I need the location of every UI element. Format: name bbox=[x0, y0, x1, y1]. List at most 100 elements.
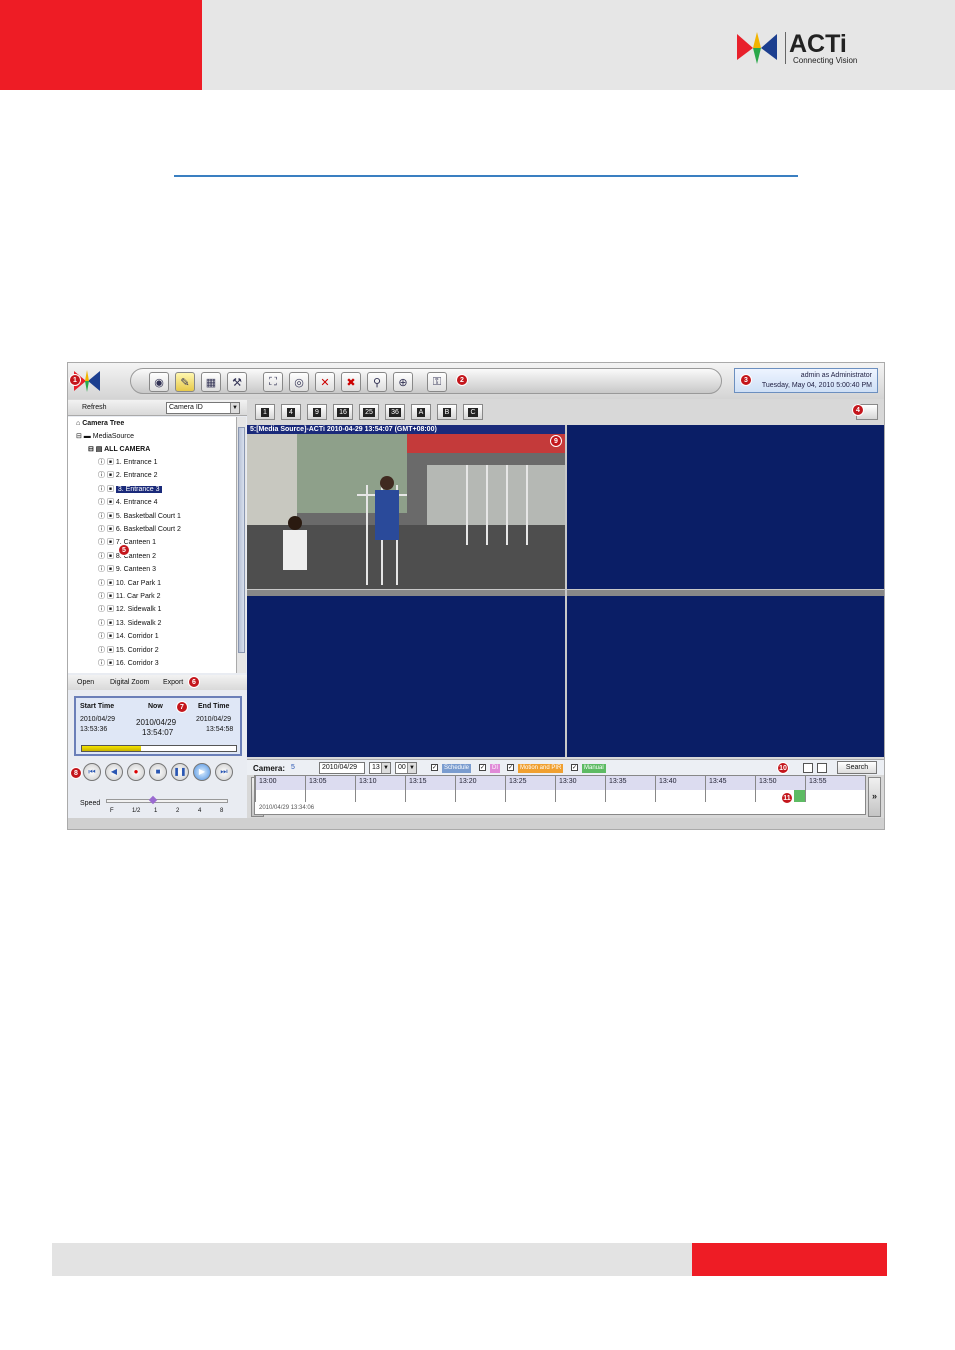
timeline-cell[interactable]: 13:35 bbox=[605, 776, 655, 802]
skip-end-icon[interactable]: ⏭ bbox=[215, 763, 233, 781]
eye-icon[interactable]: ◉ bbox=[149, 372, 169, 392]
camera-item-label: 3. Entrance 3 bbox=[115, 485, 162, 493]
video-grid: 5:[Media Source]-ACTi 2010-04-29 13:54:0… bbox=[247, 425, 884, 757]
callout-9: 9 bbox=[550, 435, 562, 447]
layout-button[interactable]: A bbox=[411, 404, 431, 420]
play-icon[interactable]: ▶ bbox=[193, 763, 211, 781]
layout-button[interactable]: 1 bbox=[255, 404, 275, 420]
scroll-thumb[interactable] bbox=[238, 427, 245, 653]
layout-button[interactable]: 16 bbox=[333, 404, 353, 420]
minute-select[interactable]: 00 ▼ bbox=[395, 762, 417, 774]
timeline-cell[interactable]: 13:15 bbox=[405, 776, 455, 802]
filter-checkbox[interactable]: ✓ bbox=[571, 764, 578, 771]
skip-start-icon[interactable]: ⏮ bbox=[83, 763, 101, 781]
filter-checkbox[interactable]: ✓ bbox=[431, 764, 438, 771]
timeline-cell[interactable]: 13:05 bbox=[305, 776, 355, 802]
key-icon[interactable]: ⚿ bbox=[427, 372, 447, 392]
camera-item[interactable]: ⓘ ▣ 14. Corridor 1 bbox=[98, 631, 159, 643]
timeline-label: 13:10 bbox=[359, 778, 377, 785]
tools-icon[interactable]: ⚒ bbox=[227, 372, 247, 392]
camera-item[interactable]: ⓘ ▣ 5. Basketball Court 1 bbox=[98, 511, 181, 523]
camera-icon: ⓘ ▣ bbox=[98, 485, 116, 493]
timeline-cell[interactable]: 13:30 bbox=[555, 776, 605, 802]
timeline-cell[interactable]: 13:20 bbox=[455, 776, 505, 802]
timeline-cell[interactable]: 13:45 bbox=[705, 776, 755, 802]
export-button[interactable]: Export bbox=[163, 679, 183, 686]
camera-item[interactable]: ⓘ ▣ 6. Basketball Court 2 bbox=[98, 524, 181, 536]
butterfly-logo-icon bbox=[737, 32, 777, 64]
video-view-1[interactable]: 5:[Media Source]-ACTi 2010-04-29 13:54:0… bbox=[247, 425, 565, 589]
layout-button[interactable]: 9 bbox=[307, 404, 327, 420]
sort-select-value: Camera ID bbox=[169, 404, 203, 411]
zoom-icon[interactable]: ⊕ bbox=[393, 372, 413, 392]
speed-tick: 2 bbox=[176, 808, 180, 814]
timeline-cell[interactable]: 13:00 bbox=[255, 776, 305, 802]
layout-button[interactable]: 25 bbox=[359, 404, 379, 420]
video-view-4[interactable] bbox=[567, 590, 884, 757]
disconnect-all-icon[interactable]: ✖ bbox=[341, 372, 361, 392]
camera-item[interactable]: ⓘ ▣ 13. Sidewalk 2 bbox=[98, 618, 161, 630]
camera-icon: ⓘ ▣ bbox=[98, 539, 116, 547]
filter-tag: Manual bbox=[582, 764, 606, 773]
pause-icon[interactable]: ❚❚ bbox=[171, 763, 189, 781]
layout-button[interactable]: 36 bbox=[385, 404, 405, 420]
timeline-cell[interactable]: 13:55 bbox=[805, 776, 855, 802]
playback-progress[interactable] bbox=[81, 745, 237, 752]
timeline-cell[interactable]: 13:10 bbox=[355, 776, 405, 802]
filter-checkbox[interactable]: ✓ bbox=[507, 764, 514, 771]
date-field[interactable]: 2010/04/29 bbox=[319, 762, 365, 774]
video-view-2[interactable] bbox=[567, 425, 884, 589]
sort-select[interactable]: Camera ID ▼ bbox=[166, 402, 240, 414]
fullscreen-icon[interactable]: ⛶ bbox=[263, 372, 283, 392]
video-view-3[interactable] bbox=[247, 590, 565, 757]
filter-checkbox[interactable]: ✓ bbox=[479, 764, 486, 771]
view-header bbox=[247, 590, 565, 596]
tree-source[interactable]: ⊟ ▬ MediaSource bbox=[76, 431, 134, 443]
camera-item[interactable]: ⓘ ▣ 10. Car Park 1 bbox=[98, 578, 161, 590]
end-date: 2010/04/29 bbox=[196, 716, 232, 723]
top-toolbar: 1 ◉ ✎ ▦ ⚒ ⛶ ◎ ✕ ✖ ⚲ ⊕ ⚿ 2 admin as Admin… bbox=[68, 363, 884, 399]
tree-group[interactable]: ⊟ ▤ ALL CAMERA bbox=[88, 444, 150, 456]
hour-select[interactable]: 13 ▼ bbox=[369, 762, 391, 774]
camera-item[interactable]: ⓘ ▣ 12. Sidewalk 1 bbox=[98, 604, 161, 616]
timeline-cell[interactable]: 13:25 bbox=[505, 776, 555, 802]
timeline-next-button[interactable]: » bbox=[868, 777, 881, 817]
record-icon[interactable]: ● bbox=[127, 763, 145, 781]
rewind-icon[interactable]: ◀ bbox=[105, 763, 123, 781]
camera-item[interactable]: ⓘ ▣ 11. Car Park 2 bbox=[98, 591, 161, 603]
filter-tag: Schedule bbox=[442, 764, 472, 773]
refresh-button[interactable]: Refresh bbox=[82, 404, 107, 411]
layout-button[interactable]: 4 bbox=[281, 404, 301, 420]
timeline-label: 13:35 bbox=[609, 778, 627, 785]
camera-item[interactable]: ⓘ ▣ 3. Entrance 3 bbox=[98, 484, 162, 496]
layout-button[interactable]: C bbox=[463, 404, 483, 420]
disconnect-icon[interactable]: ✕ bbox=[315, 372, 335, 392]
camera-item[interactable]: ⓘ ▣ 15. Corridor 2 bbox=[98, 645, 159, 657]
search-icon[interactable]: ⚲ bbox=[367, 372, 387, 392]
calendar-icon[interactable] bbox=[817, 763, 827, 773]
map-icon[interactable]: ▦ bbox=[201, 372, 221, 392]
camera-item[interactable]: ⓘ ▣ 4. Entrance 4 bbox=[98, 497, 158, 509]
refresh-bar: Refresh Camera ID ▼ bbox=[68, 400, 247, 416]
timeline-cell[interactable]: 13:50 bbox=[755, 776, 805, 802]
camera-icon[interactable]: ◎ bbox=[289, 372, 309, 392]
camera-item[interactable]: ⓘ ▣ 2. Entrance 2 bbox=[98, 470, 158, 482]
speed-slider[interactable] bbox=[106, 799, 228, 803]
clock-icon[interactable] bbox=[803, 763, 813, 773]
edit-icon[interactable]: ✎ bbox=[175, 372, 195, 392]
timeline[interactable]: 11 2010/04/29 13:34:06 13:00 13:05 13:10 13… bbox=[254, 775, 866, 815]
camera-item[interactable]: ⓘ ▣ 9. Canteen 3 bbox=[98, 564, 156, 576]
camera-item[interactable]: ⓘ ▣ 16. Corridor 3 bbox=[98, 658, 159, 670]
tree-root[interactable]: ⌂ Camera Tree bbox=[76, 418, 124, 430]
layout-button[interactable]: B bbox=[437, 404, 457, 420]
collapse-icon: ⊟ ▬ bbox=[76, 433, 93, 440]
stop-icon[interactable]: ■ bbox=[149, 763, 167, 781]
callout-7: 7 bbox=[176, 701, 188, 713]
search-button[interactable]: Search bbox=[837, 761, 877, 774]
camera-item[interactable]: ⓘ ▣ 1. Entrance 1 bbox=[98, 457, 158, 469]
timeline-cell[interactable]: 13:40 bbox=[655, 776, 705, 802]
open-button[interactable]: Open bbox=[77, 679, 94, 686]
digital-zoom-button[interactable]: Digital Zoom bbox=[110, 679, 149, 686]
date-value: 2010/04/29 bbox=[322, 764, 358, 771]
tree-scrollbar[interactable] bbox=[236, 417, 246, 673]
